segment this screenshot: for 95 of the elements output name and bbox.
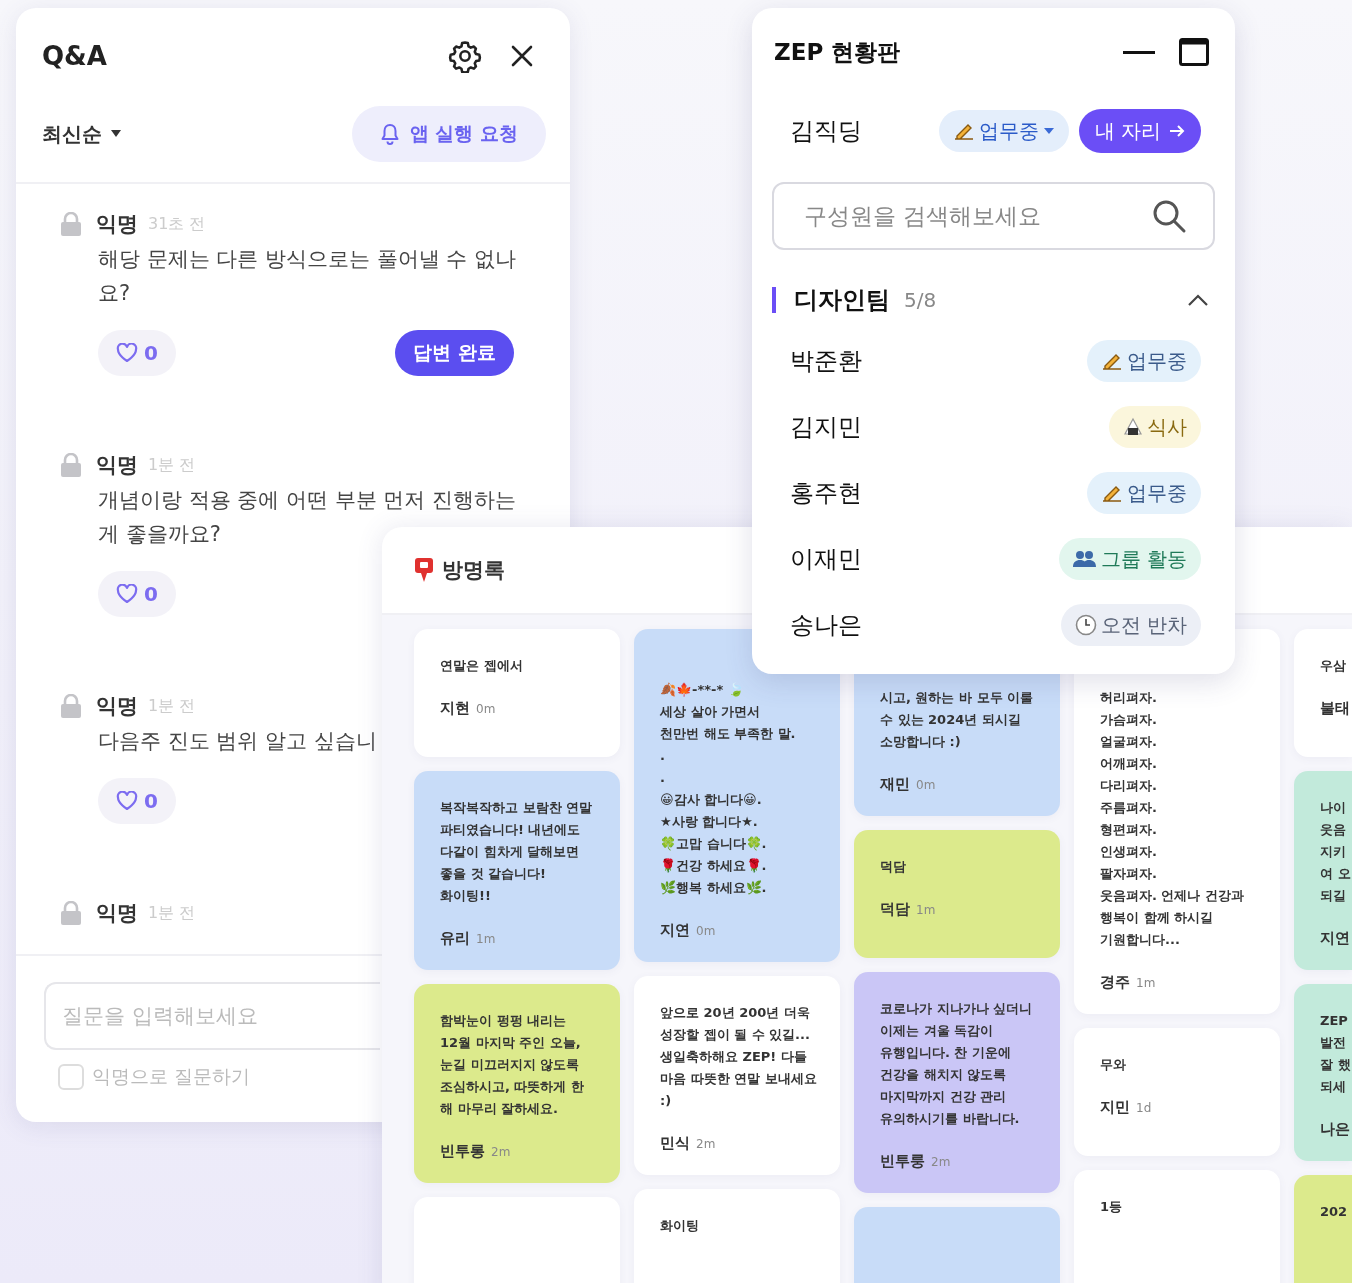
lock-icon: [60, 453, 82, 477]
author-name: 나은: [1320, 1120, 1350, 1139]
card-message: 1등: [1100, 1198, 1124, 1216]
post-time: 2m: [491, 1145, 511, 1159]
checkbox-label: 익명으로 질문하기: [92, 1064, 251, 1089]
post-time: 0m: [696, 924, 716, 938]
member-name: 송나은: [790, 610, 862, 641]
author-name: 익명: [96, 452, 138, 479]
user-name: 김직딩: [790, 116, 863, 147]
search-icon[interactable]: [1151, 198, 1187, 234]
group-count: 5/8: [904, 288, 938, 312]
heart-icon: [116, 791, 138, 811]
author-name: 지연: [1320, 929, 1350, 948]
clock-icon: [1074, 614, 1097, 636]
post-time: 1m: [476, 932, 496, 946]
panel-title: 방명록: [442, 557, 505, 584]
member-name: 홍주현: [790, 478, 862, 509]
post-time: 0m: [916, 778, 936, 792]
post-time: 1m: [916, 903, 936, 917]
card-message: 코로나가 지나가나 싶더니 이제는 겨울 독감이 유행입니다. 찬 기운에 건강을 해치지 않도록 마지막까지 건강 관리 유의하시기를 바랍니다.: [880, 1000, 1034, 1128]
author-name: 빈투룽: [880, 1152, 925, 1171]
like-button[interactable]: 0: [98, 778, 176, 824]
question-text: 개념이랑 적용 중에 어떤 부분 먼저 진행하는 게 좋을까요?: [97, 487, 518, 548]
author-name: 익명: [96, 211, 138, 238]
author-name: 덕담: [880, 900, 910, 919]
chevron-icon[interactable]: [1187, 293, 1209, 307]
author-name: 지현: [440, 699, 470, 718]
card-message: 시고, 원하는 바 모두 이룰 수 있는 2024년 되시길 소망합니다 :): [880, 689, 1035, 751]
post-time: 1m: [1136, 976, 1156, 990]
author-name: 유리: [440, 929, 470, 948]
author-name: 경주: [1100, 973, 1130, 992]
status-badge: 그룹 활동: [1058, 538, 1201, 580]
minimize-icon[interactable]: [1123, 48, 1155, 56]
status-badge: 오전 반차: [1060, 604, 1201, 646]
people-icon: [1072, 550, 1097, 568]
status-dropdown[interactable]: 업무중: [938, 110, 1069, 152]
author-name: 민식: [660, 1134, 690, 1153]
like-button[interactable]: 0: [98, 330, 176, 376]
card-message: 🍂🍁-**-* 🍃 세상 살아 가면서 천만번 해도 부족한 말. . . 😀감사 합니다😀. ★사랑 합니다★. 🍀고맙 습니다🍀. 🌹건강 하세요🌹. 🌿행복 하세요🌿.: [660, 681, 797, 897]
group-name: 디자인팀: [794, 285, 890, 316]
author-name: 지연: [660, 921, 690, 940]
post-time: 2m: [696, 1137, 716, 1151]
author-name: 지민: [1100, 1098, 1130, 1117]
member-name: 김지민: [790, 412, 862, 443]
lock-icon: [60, 901, 82, 925]
question-input[interactable]: 질문을 입력해보세요: [44, 982, 380, 1050]
author-name: 빈투롱: [440, 1142, 485, 1161]
answer-done-button[interactable]: 답변 완료: [395, 330, 514, 376]
anonymous-checkbox[interactable]: [58, 1064, 84, 1090]
member-name: 박준환: [790, 346, 862, 377]
sort-dropdown[interactable]: 최신순: [42, 120, 122, 148]
arrow-icon: [1169, 124, 1185, 138]
card-message: 덕담: [880, 858, 907, 876]
status-badge: 업무중: [1087, 340, 1201, 382]
lock-icon: [60, 694, 82, 718]
post-time: 1d: [1136, 1101, 1152, 1115]
close-icon[interactable]: [510, 44, 534, 68]
card-message: 202: [1320, 1203, 1349, 1221]
card-message: 나이 웃음 지키 여 오 되길: [1320, 799, 1352, 905]
author-name: 익명: [96, 900, 138, 927]
heart-icon: [116, 584, 138, 604]
card-message: 허리펴자. 가슴펴자. 얼굴펴자. 어깨펴자. 다리펴자. 주름펴자. 형편펴자. 인생펴자. 팔자펴자. 웃음펴자. 언제나 건강과 행복이 함께 하시길 기원합니다...: [1100, 689, 1245, 949]
caret-icon: [1042, 126, 1055, 136]
status-badge: 식사: [1109, 406, 1201, 448]
card-message: 무와: [1100, 1056, 1127, 1074]
caret-icon: [110, 129, 122, 139]
card-message: 우삼: [1320, 657, 1347, 675]
request-button[interactable]: 앱 실행 요청: [351, 106, 546, 162]
post-time: 0m: [476, 702, 496, 716]
author-name: 불태: [1320, 699, 1350, 718]
panel-title: Q&A: [42, 41, 108, 71]
my-seat-button[interactable]: 내 자리: [1078, 109, 1201, 153]
member-name: 이재민: [790, 544, 862, 575]
search-field[interactable]: 구성원을 검색해보세요: [772, 182, 1215, 250]
status-badge: 업무중: [1087, 472, 1201, 514]
pin-icon: [414, 557, 434, 583]
author-name: 익명: [96, 693, 138, 720]
maximize-icon[interactable]: [1179, 38, 1209, 66]
lock-icon: [60, 212, 82, 236]
card-message: 화이팅: [660, 1217, 700, 1235]
card-message: 복작복작하고 보람찬 연말 파티였습니다! 내년에도 다같이 힘차게 달해보면 좋을 것 같습니다! 화이팅!!: [440, 799, 594, 905]
settings-icon[interactable]: [448, 39, 482, 73]
card-message: 앞으로 20년 200년 더욱 성장할 젭이 될 수 있길... 생일축하해요 ZEP! 다들 마음 따뜻한 연말 보내세요 :): [660, 1004, 818, 1110]
author-name: 재민: [880, 775, 910, 794]
like-button[interactable]: 0: [98, 571, 176, 617]
bell-icon: [379, 123, 400, 145]
panel-title: ZEP 현황판: [774, 37, 902, 67]
question-text: 해당 문제는 다른 방식으로는 풀어낼 수 없나요?: [97, 246, 518, 307]
card-message: ZEP 발전 잘 했 되세: [1320, 1012, 1352, 1096]
card-message: 연말은 젭에서: [440, 657, 524, 675]
heart-icon: [116, 343, 138, 363]
post-time: 2m: [931, 1155, 951, 1169]
card-message: 함박눈이 펑펑 내리는 12월 마지막 주인 오늘, 눈길 미끄러지지 않도록 조심하시고, 따뜻하게 한 해 마무리 잘하세요.: [440, 1012, 585, 1118]
question-text: 다음주 진도 범위 알고 싶습니: [97, 728, 378, 755]
group-marker: [772, 287, 776, 313]
